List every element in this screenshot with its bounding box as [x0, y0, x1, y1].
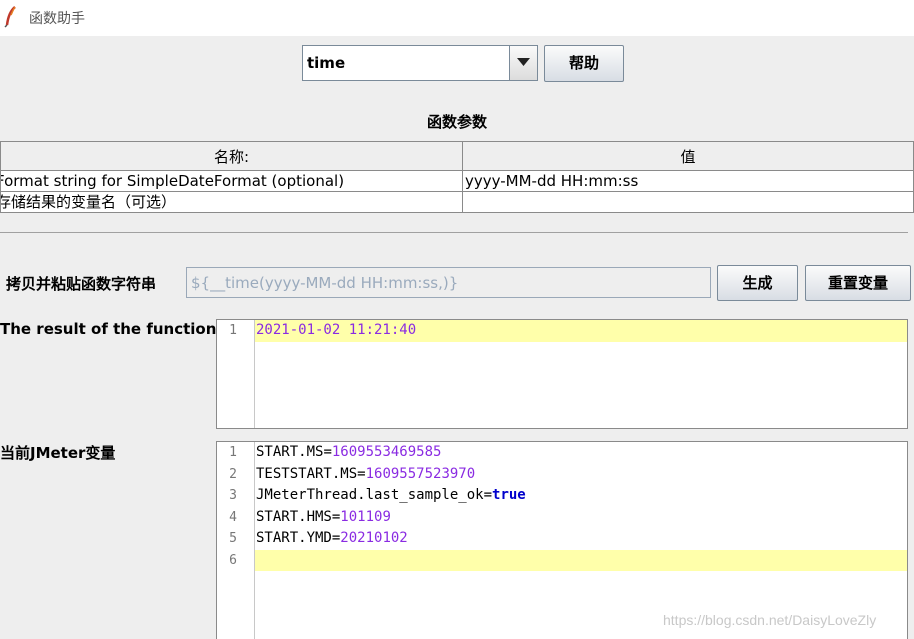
var-value: 1609557523970	[365, 465, 476, 482]
function-select[interactable]: time	[302, 45, 538, 81]
var-key: START.YMD	[256, 530, 332, 546]
function-select-value: time	[307, 54, 346, 72]
table-header-row: 名称: 值	[0, 141, 914, 171]
param-name-cell[interactable]: Format string for SimpleDateFormat (opti…	[0, 170, 463, 192]
editor-line: 2 TESTSTART.MS=1609557523970	[217, 464, 907, 486]
params-section-title: 函数参数	[426, 113, 487, 131]
line-number: 1	[229, 323, 237, 338]
feather-icon	[4, 6, 16, 28]
var-key: START.HMS	[256, 508, 332, 525]
header-value[interactable]: 值	[462, 141, 914, 171]
dropdown-arrow[interactable]	[509, 46, 537, 80]
editor-line: 5 START.YMD=20210102	[217, 528, 907, 550]
var-value: 1609553469585	[331, 444, 442, 460]
line-number: 5	[229, 531, 237, 546]
watermark: https://blog.csdn.net/DaisyLoveZly	[663, 612, 877, 628]
function-string-field[interactable]: ${__time(yyyy-MM-dd HH:mm:ss,)}	[186, 267, 711, 298]
title-bar: 函数助手	[0, 0, 914, 36]
var-key: START.MS	[256, 444, 324, 460]
param-value-cell[interactable]: yyyy-MM-dd HH:mm:ss	[462, 170, 914, 192]
line-number: 2	[229, 466, 237, 482]
var-value: true	[492, 487, 526, 503]
param-name-cell[interactable]: 存储结果的变量名（可选）	[0, 191, 463, 213]
editor-line: 4 START.HMS=101109	[217, 507, 907, 529]
param-value-cell[interactable]	[462, 191, 914, 213]
var-key: JMeterThread.last_sample_ok	[256, 487, 484, 503]
var-separator: =	[323, 444, 332, 460]
editor-line: 1 2021-01-02 11:21:40	[217, 320, 907, 342]
chevron-down-icon	[517, 58, 530, 66]
editor-line: 1 START.MS=1609553469585	[217, 442, 907, 464]
table-row[interactable]: Format string for SimpleDateFormat (opti…	[0, 170, 914, 192]
copy-string-label: 拷贝并粘贴函数字符串	[6, 275, 157, 293]
var-value: 20210102	[340, 530, 408, 546]
line-number: 3	[229, 488, 237, 503]
divider	[0, 232, 908, 233]
table-row[interactable]: 存储结果的变量名（可选）	[0, 191, 914, 213]
header-name[interactable]: 名称:	[0, 141, 463, 171]
line-number: 4	[229, 509, 237, 525]
reset-variables-button[interactable]: 重置变量	[805, 265, 911, 301]
result-label: The result of the function is	[0, 320, 236, 338]
var-separator: =	[483, 487, 493, 503]
window-title: 函数助手	[29, 11, 85, 27]
jmeter-vars-label: 当前JMeter变量	[0, 444, 116, 462]
result-value: 2021-01-02 11:21:40	[255, 320, 907, 342]
generate-button[interactable]: 生成	[717, 265, 798, 301]
var-value: 101109	[340, 508, 391, 525]
editor-line: 3 JMeterThread.last_sample_ok=true	[217, 485, 907, 507]
editor-line: 6	[217, 549, 907, 571]
line-number: 6	[229, 552, 237, 568]
help-button[interactable]: 帮助	[544, 45, 624, 82]
vertical-scrollbar[interactable]	[908, 319, 914, 429]
var-key: TESTSTART.MS	[256, 465, 358, 482]
line-number: 1	[229, 445, 237, 460]
var-separator: =	[357, 465, 366, 482]
jmeter-vars-text-area[interactable]: 1 START.MS=1609553469585 2 TESTSTART.MS=…	[216, 441, 908, 639]
params-table: 名称: 值 Format string for SimpleDateFormat…	[0, 141, 914, 213]
result-text-area[interactable]: 1 2021-01-02 11:21:40	[216, 319, 908, 429]
